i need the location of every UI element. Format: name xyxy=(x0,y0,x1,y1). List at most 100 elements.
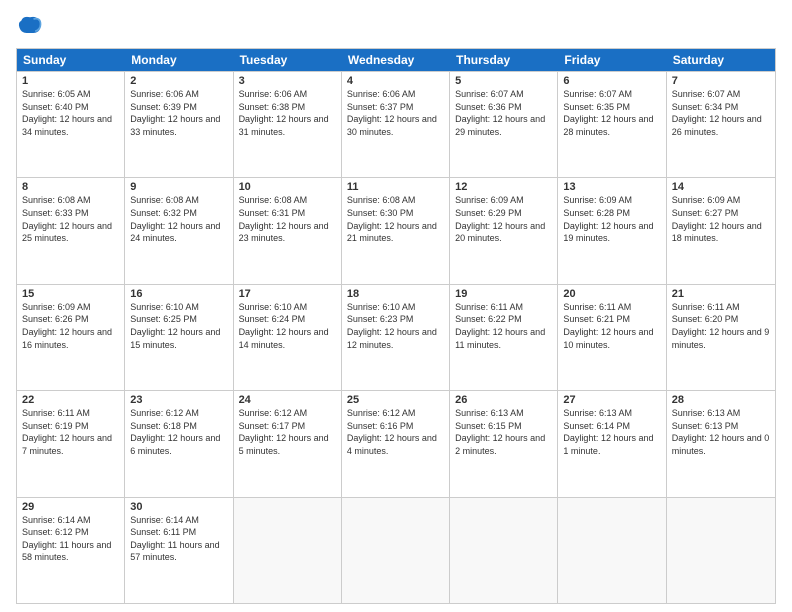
day-cell-21: 21 Sunrise: 6:11 AM Sunset: 6:20 PM Dayl… xyxy=(667,285,775,390)
day-cell-12: 12 Sunrise: 6:09 AM Sunset: 6:29 PM Dayl… xyxy=(450,178,558,283)
day-cell-19: 19 Sunrise: 6:11 AM Sunset: 6:22 PM Dayl… xyxy=(450,285,558,390)
day-number: 4 xyxy=(347,75,444,87)
sunrise-info: Sunrise: 6:08 AM xyxy=(239,195,308,205)
sunset-info: Sunset: 6:19 PM xyxy=(22,421,89,431)
daylight-info: Daylight: 12 hours and 20 minutes. xyxy=(455,221,545,244)
daylight-info: Daylight: 12 hours and 25 minutes. xyxy=(22,221,112,244)
sunrise-info: Sunrise: 6:08 AM xyxy=(130,195,199,205)
day-number: 1 xyxy=(22,75,119,87)
day-number: 7 xyxy=(672,75,770,87)
day-number: 25 xyxy=(347,394,444,406)
day-cell-7: 7 Sunrise: 6:07 AM Sunset: 6:34 PM Dayli… xyxy=(667,72,775,177)
sunset-info: Sunset: 6:29 PM xyxy=(455,208,522,218)
day-cell-15: 15 Sunrise: 6:09 AM Sunset: 6:26 PM Dayl… xyxy=(17,285,125,390)
day-number: 17 xyxy=(239,288,336,300)
empty-cell xyxy=(667,498,775,603)
header-day-sunday: Sunday xyxy=(17,49,125,71)
calendar-row-1: 1 Sunrise: 6:05 AM Sunset: 6:40 PM Dayli… xyxy=(17,71,775,177)
daylight-info: Daylight: 12 hours and 0 minutes. xyxy=(672,433,770,456)
calendar-row-3: 15 Sunrise: 6:09 AM Sunset: 6:26 PM Dayl… xyxy=(17,284,775,390)
header-day-thursday: Thursday xyxy=(450,49,558,71)
calendar-row-4: 22 Sunrise: 6:11 AM Sunset: 6:19 PM Dayl… xyxy=(17,390,775,496)
day-cell-10: 10 Sunrise: 6:08 AM Sunset: 6:31 PM Dayl… xyxy=(234,178,342,283)
header-day-saturday: Saturday xyxy=(667,49,775,71)
day-cell-3: 3 Sunrise: 6:06 AM Sunset: 6:38 PM Dayli… xyxy=(234,72,342,177)
logo xyxy=(16,12,48,40)
day-number: 14 xyxy=(672,181,770,193)
daylight-info: Daylight: 11 hours and 57 minutes. xyxy=(130,540,219,563)
sunrise-info: Sunrise: 6:07 AM xyxy=(563,89,632,99)
sunrise-info: Sunrise: 6:09 AM xyxy=(563,195,632,205)
sunrise-info: Sunrise: 6:08 AM xyxy=(347,195,416,205)
sunset-info: Sunset: 6:36 PM xyxy=(455,102,522,112)
day-cell-8: 8 Sunrise: 6:08 AM Sunset: 6:33 PM Dayli… xyxy=(17,178,125,283)
sunrise-info: Sunrise: 6:05 AM xyxy=(22,89,91,99)
day-number: 12 xyxy=(455,181,552,193)
daylight-info: Daylight: 12 hours and 26 minutes. xyxy=(672,114,762,137)
day-cell-16: 16 Sunrise: 6:10 AM Sunset: 6:25 PM Dayl… xyxy=(125,285,233,390)
daylight-info: Daylight: 12 hours and 29 minutes. xyxy=(455,114,545,137)
day-cell-23: 23 Sunrise: 6:12 AM Sunset: 6:18 PM Dayl… xyxy=(125,391,233,496)
daylight-info: Daylight: 12 hours and 1 minute. xyxy=(563,433,653,456)
empty-cell xyxy=(342,498,450,603)
day-number: 3 xyxy=(239,75,336,87)
sunrise-info: Sunrise: 6:11 AM xyxy=(455,302,523,312)
day-cell-17: 17 Sunrise: 6:10 AM Sunset: 6:24 PM Dayl… xyxy=(234,285,342,390)
day-number: 6 xyxy=(563,75,660,87)
sunrise-info: Sunrise: 6:14 AM xyxy=(22,515,91,525)
sunrise-info: Sunrise: 6:06 AM xyxy=(347,89,416,99)
sunrise-info: Sunrise: 6:11 AM xyxy=(22,408,90,418)
day-number: 13 xyxy=(563,181,660,193)
day-number: 20 xyxy=(563,288,660,300)
sunset-info: Sunset: 6:23 PM xyxy=(347,314,414,324)
day-cell-26: 26 Sunrise: 6:13 AM Sunset: 6:15 PM Dayl… xyxy=(450,391,558,496)
day-number: 5 xyxy=(455,75,552,87)
day-number: 19 xyxy=(455,288,552,300)
sunset-info: Sunset: 6:34 PM xyxy=(672,102,739,112)
day-cell-5: 5 Sunrise: 6:07 AM Sunset: 6:36 PM Dayli… xyxy=(450,72,558,177)
sunrise-info: Sunrise: 6:14 AM xyxy=(130,515,199,525)
sunset-info: Sunset: 6:21 PM xyxy=(563,314,630,324)
sunset-info: Sunset: 6:35 PM xyxy=(563,102,630,112)
sunrise-info: Sunrise: 6:13 AM xyxy=(455,408,524,418)
day-cell-18: 18 Sunrise: 6:10 AM Sunset: 6:23 PM Dayl… xyxy=(342,285,450,390)
page: SundayMondayTuesdayWednesdayThursdayFrid… xyxy=(0,0,792,612)
header-day-friday: Friday xyxy=(558,49,666,71)
day-number: 30 xyxy=(130,501,227,513)
daylight-info: Daylight: 12 hours and 34 minutes. xyxy=(22,114,112,137)
sunset-info: Sunset: 6:31 PM xyxy=(239,208,306,218)
sunset-info: Sunset: 6:14 PM xyxy=(563,421,630,431)
sunset-info: Sunset: 6:32 PM xyxy=(130,208,197,218)
daylight-info: Daylight: 12 hours and 21 minutes. xyxy=(347,221,437,244)
header xyxy=(16,12,776,40)
sunrise-info: Sunrise: 6:11 AM xyxy=(672,302,740,312)
sunrise-info: Sunrise: 6:10 AM xyxy=(130,302,199,312)
daylight-info: Daylight: 12 hours and 7 minutes. xyxy=(22,433,112,456)
day-number: 29 xyxy=(22,501,119,513)
day-cell-6: 6 Sunrise: 6:07 AM Sunset: 6:35 PM Dayli… xyxy=(558,72,666,177)
day-cell-30: 30 Sunrise: 6:14 AM Sunset: 6:11 PM Dayl… xyxy=(125,498,233,603)
sunset-info: Sunset: 6:39 PM xyxy=(130,102,197,112)
empty-cell xyxy=(558,498,666,603)
daylight-info: Daylight: 12 hours and 30 minutes. xyxy=(347,114,437,137)
sunset-info: Sunset: 6:12 PM xyxy=(22,527,89,537)
sunrise-info: Sunrise: 6:06 AM xyxy=(130,89,199,99)
daylight-info: Daylight: 12 hours and 16 minutes. xyxy=(22,327,112,350)
sunrise-info: Sunrise: 6:09 AM xyxy=(455,195,524,205)
day-number: 23 xyxy=(130,394,227,406)
daylight-info: Daylight: 12 hours and 12 minutes. xyxy=(347,327,437,350)
daylight-info: Daylight: 12 hours and 15 minutes. xyxy=(130,327,220,350)
day-number: 10 xyxy=(239,181,336,193)
day-cell-11: 11 Sunrise: 6:08 AM Sunset: 6:30 PM Dayl… xyxy=(342,178,450,283)
day-number: 18 xyxy=(347,288,444,300)
day-cell-29: 29 Sunrise: 6:14 AM Sunset: 6:12 PM Dayl… xyxy=(17,498,125,603)
daylight-info: Daylight: 12 hours and 19 minutes. xyxy=(563,221,653,244)
day-number: 15 xyxy=(22,288,119,300)
calendar-row-2: 8 Sunrise: 6:08 AM Sunset: 6:33 PM Dayli… xyxy=(17,177,775,283)
daylight-info: Daylight: 12 hours and 31 minutes. xyxy=(239,114,329,137)
daylight-info: Daylight: 12 hours and 4 minutes. xyxy=(347,433,437,456)
day-number: 2 xyxy=(130,75,227,87)
daylight-info: Daylight: 12 hours and 9 minutes. xyxy=(672,327,770,350)
day-cell-28: 28 Sunrise: 6:13 AM Sunset: 6:13 PM Dayl… xyxy=(667,391,775,496)
calendar-row-5: 29 Sunrise: 6:14 AM Sunset: 6:12 PM Dayl… xyxy=(17,497,775,603)
